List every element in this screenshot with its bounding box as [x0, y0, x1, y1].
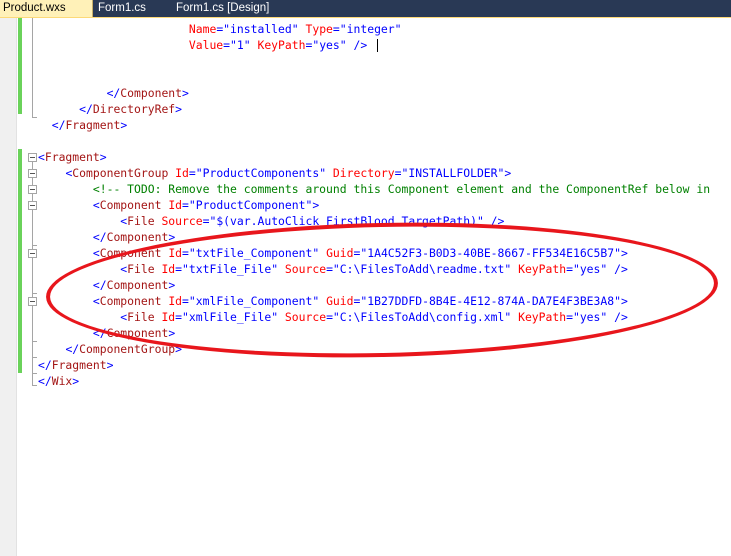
code-line: <Component Id="xmlFile_Component" Guid="… [92, 294, 628, 308]
collapse-toggle-icon[interactable] [28, 153, 37, 162]
outline-end [32, 117, 37, 118]
tab-label: Product.wxs [3, 2, 66, 14]
collapse-toggle-icon[interactable] [28, 169, 37, 178]
outline-end [32, 385, 37, 386]
tab-product-wxs[interactable]: Product.wxs [0, 0, 93, 17]
code-line: <ComponentGroup Id="ProductComponents" D… [65, 166, 512, 180]
tab-form1-cs-design[interactable]: Form1.cs [Design] [173, 0, 272, 17]
code-editor[interactable]: Name="installed" Type="integer" Value="1… [0, 18, 731, 556]
collapse-toggle-icon[interactable] [28, 297, 37, 306]
code-line: </DirectoryRef> [79, 102, 183, 116]
code-line: <!-- TODO: Remove the comments around th… [92, 182, 711, 196]
document-tab-strip: Product.wxs Form1.cs Form1.cs [Design] [0, 0, 731, 18]
collapse-toggle-icon[interactable] [28, 201, 37, 210]
code-line: <File Source="$(var.AutoClick_FirstBlood… [120, 214, 505, 228]
code-line: </Component> [92, 326, 176, 340]
outline-guide [32, 18, 33, 118]
text-caret [377, 39, 378, 52]
code-line: <Fragment> [38, 150, 107, 164]
tab-label: Form1.cs [98, 2, 146, 14]
collapse-toggle-icon[interactable] [28, 249, 37, 258]
change-tracking-marker [18, 149, 22, 373]
tab-label: Form1.cs [Design] [176, 2, 270, 14]
outline-end [32, 341, 37, 342]
code-line: </Fragment> [38, 358, 114, 372]
code-line: </Component> [92, 230, 176, 244]
code-line: Name="installed" Type="integer" [188, 22, 402, 36]
code-line: </Fragment> [51, 118, 128, 132]
code-line: </Component> [92, 278, 176, 292]
outline-end [32, 293, 37, 294]
code-line: </ComponentGroup> [65, 342, 183, 356]
code-line: <File Id="txtFile_File" Source="C:\Files… [120, 262, 628, 276]
code-line: Value="1" KeyPath="yes" /> [188, 38, 368, 52]
tab-form1-cs[interactable]: Form1.cs [95, 0, 149, 17]
code-line: <Component Id="ProductComponent"> [92, 198, 320, 212]
code-line: <File Id="xmlFile_File" Source="C:\Files… [120, 310, 628, 324]
outline-end [32, 357, 37, 358]
indicator-margin [0, 18, 17, 556]
collapse-toggle-icon[interactable] [28, 185, 37, 194]
change-tracking-marker [18, 18, 22, 114]
code-line: </Component> [106, 86, 189, 100]
code-line: <Component Id="txtFile_Component" Guid="… [92, 246, 628, 260]
outline-end [32, 373, 37, 374]
code-line: </Wix> [38, 374, 80, 388]
outline-end [32, 245, 37, 246]
